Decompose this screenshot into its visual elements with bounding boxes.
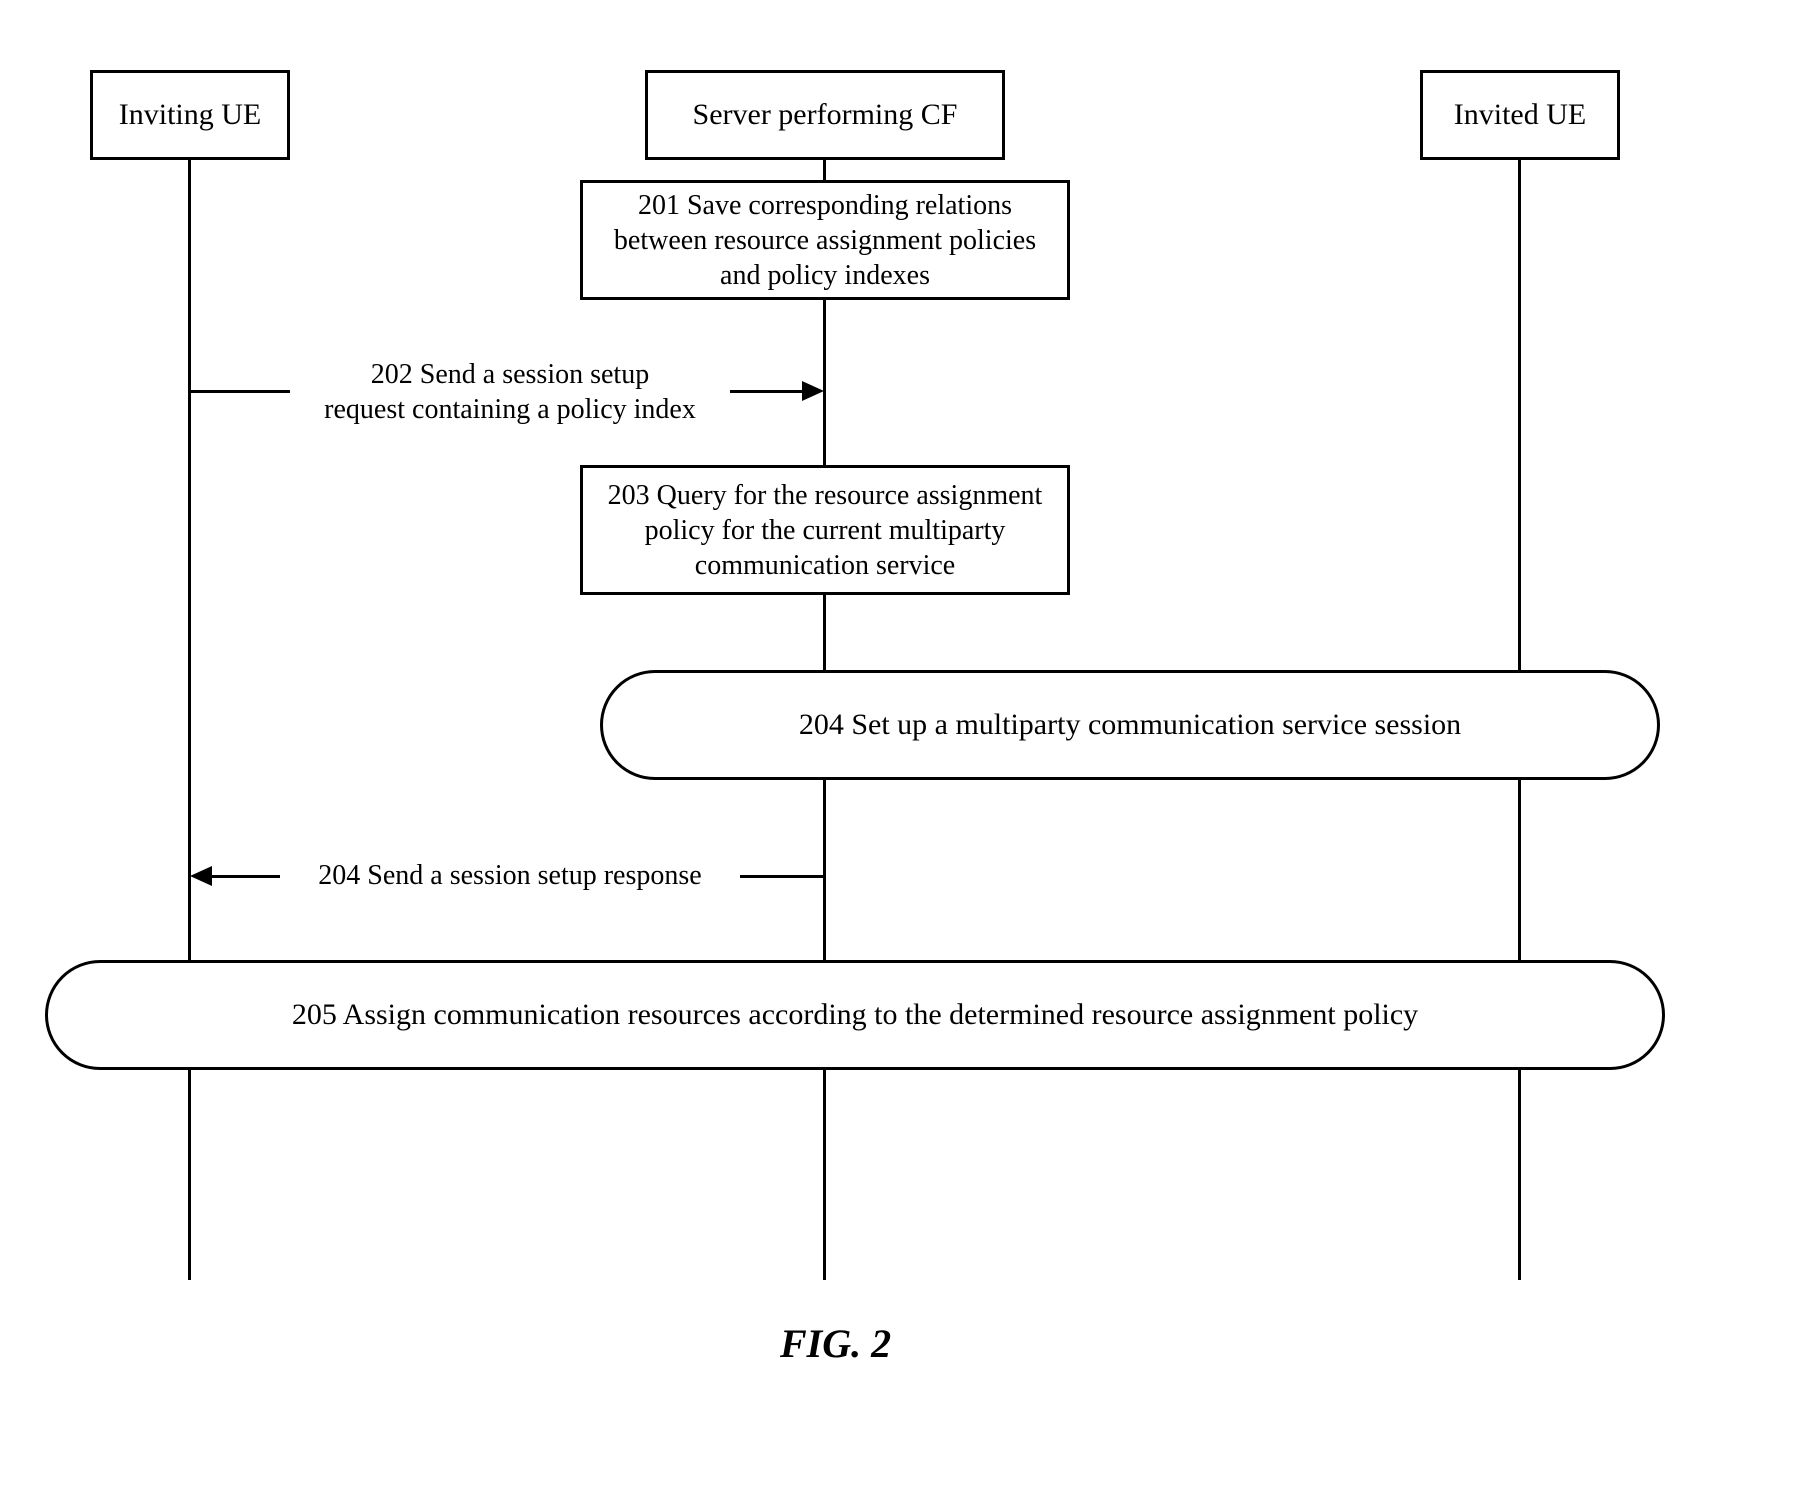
step-text: 201 Save corresponding relations between… xyxy=(599,188,1051,293)
msg-204resp-text: 204 Send a session setup response xyxy=(318,860,701,891)
caption-text: FIG. 2 xyxy=(780,1321,891,1366)
sequence-diagram: Inviting UE Server performing CF Invited… xyxy=(60,70,1680,1370)
step-203: 203 Query for the resource assignment po… xyxy=(580,465,1070,595)
participant-inviting-ue: Inviting UE xyxy=(90,70,290,160)
msg-204resp-label: 204 Send a session setup response xyxy=(280,858,740,893)
participant-label: Inviting UE xyxy=(119,98,262,132)
msg-202-line2: request containing a policy index xyxy=(296,392,724,427)
arrow-202-head xyxy=(802,381,824,401)
step-201: 201 Save corresponding relations between… xyxy=(580,180,1070,300)
figure-caption: FIG. 2 xyxy=(780,1320,891,1367)
participant-label: Invited UE xyxy=(1454,98,1586,132)
arrow-204resp-head xyxy=(190,866,212,886)
msg-202-label: 202 Send a session setup request contain… xyxy=(290,357,730,427)
lifeline-inviting-ue xyxy=(188,160,191,1280)
msg-202-line1: 202 Send a session setup xyxy=(296,357,724,392)
step-text: 204 Set up a multiparty communication se… xyxy=(799,708,1461,742)
step-text: 203 Query for the resource assignment po… xyxy=(599,478,1051,583)
participant-label: Server performing CF xyxy=(693,98,958,132)
step-204-setup: 204 Set up a multiparty communication se… xyxy=(600,670,1660,780)
step-text: 205 Assign communication resources accor… xyxy=(292,998,1418,1032)
participant-invited-ue: Invited UE xyxy=(1420,70,1620,160)
step-205: 205 Assign communication resources accor… xyxy=(45,960,1665,1070)
participant-server-cf: Server performing CF xyxy=(645,70,1005,160)
